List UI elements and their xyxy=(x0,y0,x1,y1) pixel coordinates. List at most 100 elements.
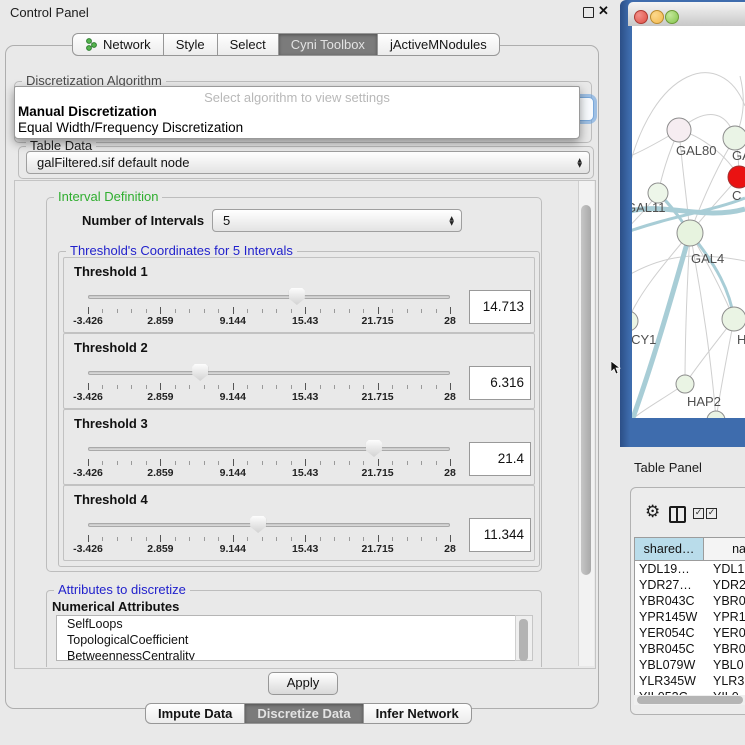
cell-name[interactable]: YLR3 xyxy=(709,673,745,689)
threshold-value-field[interactable]: 11.344 xyxy=(469,518,531,552)
tick-label: 21.715 xyxy=(362,315,394,327)
tick-label: 21.715 xyxy=(362,467,394,479)
slider-track[interactable] xyxy=(88,371,450,375)
cell-name[interactable]: YPR1 xyxy=(709,609,745,625)
cell-shared-name[interactable]: YBL079W xyxy=(635,657,709,673)
number-of-intervals-label: Number of Intervals xyxy=(82,213,204,228)
table-row[interactable]: YPR145W YPR1 xyxy=(635,609,745,625)
tab-jactivemnodules[interactable]: jActiveMNodules xyxy=(377,33,500,56)
network-node[interactable] xyxy=(632,311,638,331)
cell-name[interactable]: YBL0 xyxy=(709,657,745,673)
attribute-list-item[interactable]: TopologicalCoefficient xyxy=(57,632,532,648)
tab-label: jActiveMNodules xyxy=(390,37,487,52)
network-node-label: HAP2 xyxy=(687,394,721,409)
tab-network[interactable]: Network xyxy=(72,33,164,56)
column-header-shared-name[interactable]: shared… xyxy=(635,538,704,560)
tab-impute-data[interactable]: Impute Data xyxy=(145,703,245,724)
number-of-intervals-spinner[interactable]: 5 ▲▼ xyxy=(212,209,462,232)
network-node[interactable] xyxy=(723,126,745,150)
network-node[interactable] xyxy=(676,375,694,393)
cell-name[interactable]: YER0 xyxy=(709,625,745,641)
cell-shared-name[interactable]: YBR043C xyxy=(635,593,709,609)
cell-shared-name[interactable]: YBR045C xyxy=(635,641,709,657)
network-node[interactable] xyxy=(677,220,703,246)
table-row[interactable]: YER054C YER0 xyxy=(635,625,745,641)
slider-track[interactable] xyxy=(88,523,450,527)
attributes-group-label: Attributes to discretize xyxy=(54,583,190,597)
slider-track[interactable] xyxy=(88,447,450,451)
close-traffic-light-icon[interactable] xyxy=(634,10,648,24)
table-row[interactable]: YDL19… YDL1 xyxy=(635,561,745,577)
tab-discretize-data[interactable]: Discretize Data xyxy=(244,703,363,724)
threshold-value-field[interactable]: 21.4 xyxy=(469,442,531,476)
threshold-label: Threshold 4 xyxy=(74,492,148,507)
threshold-slider[interactable] xyxy=(88,288,450,306)
close-icon[interactable]: ✕ xyxy=(598,3,609,19)
slider-thumb[interactable] xyxy=(289,288,305,305)
apply-button[interactable]: Apply xyxy=(268,672,338,695)
slider-tick-labels: -3.4262.8599.14415.4321.71528 xyxy=(88,467,450,479)
attribute-list-item[interactable]: SelfLoops xyxy=(57,616,532,632)
float-window-icon[interactable] xyxy=(583,7,594,18)
threshold-value-field[interactable]: 14.713 xyxy=(469,290,531,324)
network-node[interactable] xyxy=(722,307,745,331)
network-window-titlebar[interactable] xyxy=(628,2,745,26)
column-header-name[interactable]: na xyxy=(704,538,745,560)
tick-label: 15.43 xyxy=(292,467,318,479)
threshold-value-field[interactable]: 6.316 xyxy=(469,366,531,400)
checkbox-icon[interactable]: ✓ xyxy=(693,508,704,519)
table-row[interactable]: YBR043C YBR0 xyxy=(635,593,745,609)
dropdown-prompt: Select algorithm to view settings xyxy=(15,90,579,105)
slider-thumb[interactable] xyxy=(192,364,208,381)
table-row[interactable]: YBR045C YBR0 xyxy=(635,641,745,657)
tab-infer-network[interactable]: Infer Network xyxy=(363,703,472,724)
checkbox-icon[interactable]: ✓ xyxy=(706,508,717,519)
tick-label: 9.144 xyxy=(220,391,246,403)
gear-icon[interactable]: ⚙ xyxy=(645,502,660,522)
tick-label: 2.859 xyxy=(147,391,173,403)
table-row[interactable]: YDR27… YDR2 xyxy=(635,577,745,593)
minimize-traffic-light-icon[interactable] xyxy=(650,10,664,24)
tab-cyni-toolbox[interactable]: Cyni Toolbox xyxy=(278,33,378,56)
cell-name[interactable]: YDR2 xyxy=(709,577,745,593)
threshold-slider[interactable] xyxy=(88,440,450,458)
cell-shared-name[interactable]: YDL19… xyxy=(635,561,709,577)
cell-shared-name[interactable]: YER054C xyxy=(635,625,709,641)
panel-title: Control Panel xyxy=(10,5,89,20)
tab-select[interactable]: Select xyxy=(217,33,279,56)
network-node[interactable] xyxy=(707,411,725,418)
threshold-slider[interactable] xyxy=(88,516,450,534)
tick-label: 9.144 xyxy=(220,543,246,555)
network-node[interactable] xyxy=(728,166,745,188)
cell-name[interactable]: YBR0 xyxy=(709,641,745,657)
tab-style[interactable]: Style xyxy=(163,33,218,56)
cell-shared-name[interactable]: YDR27… xyxy=(635,577,709,593)
threshold-label: Threshold 3 xyxy=(74,416,148,431)
spinner-arrows-icon: ▲▼ xyxy=(449,216,454,226)
attributes-scrollbar-thumb[interactable] xyxy=(519,619,528,661)
tick-label: 9.144 xyxy=(220,467,246,479)
attribute-list-item[interactable]: BetweennessCentrality xyxy=(57,648,532,661)
vertical-scrollbar-thumb[interactable] xyxy=(581,205,591,575)
zoom-traffic-light-icon[interactable] xyxy=(665,10,679,24)
cell-name[interactable]: YBR0 xyxy=(709,593,745,609)
slider-thumb[interactable] xyxy=(250,516,266,533)
slider-track[interactable] xyxy=(88,295,450,299)
slider-tick-labels: -3.4262.8599.14415.4321.71528 xyxy=(88,543,450,555)
table-data-combobox[interactable]: galFiltered.sif default node ▲▼ xyxy=(26,151,590,174)
cell-shared-name[interactable]: YLR345W xyxy=(635,673,709,689)
dropdown-option-equal-width[interactable]: Equal Width/Frequency Discretization xyxy=(18,120,243,135)
slider-thumb[interactable] xyxy=(366,440,382,457)
cell-name[interactable]: YDL1 xyxy=(709,561,745,577)
table-row[interactable]: YLR345W YLR3 xyxy=(635,673,745,689)
threshold-slider[interactable] xyxy=(88,364,450,382)
columns-icon[interactable] xyxy=(669,506,686,523)
cell-shared-name[interactable]: YPR145W xyxy=(635,609,709,625)
tick-label: -3.426 xyxy=(73,467,103,479)
horizontal-scrollbar-thumb[interactable] xyxy=(637,696,743,704)
tick-label: -3.426 xyxy=(73,315,103,327)
dropdown-option-manual-discretization[interactable]: Manual Discretization xyxy=(18,104,157,119)
table-row[interactable]: YBL079W YBL0 xyxy=(635,657,745,673)
network-canvas[interactable]: GAL80GACGAL11GAL4GCY1HHAP2 xyxy=(632,26,745,418)
network-node[interactable] xyxy=(667,118,691,142)
